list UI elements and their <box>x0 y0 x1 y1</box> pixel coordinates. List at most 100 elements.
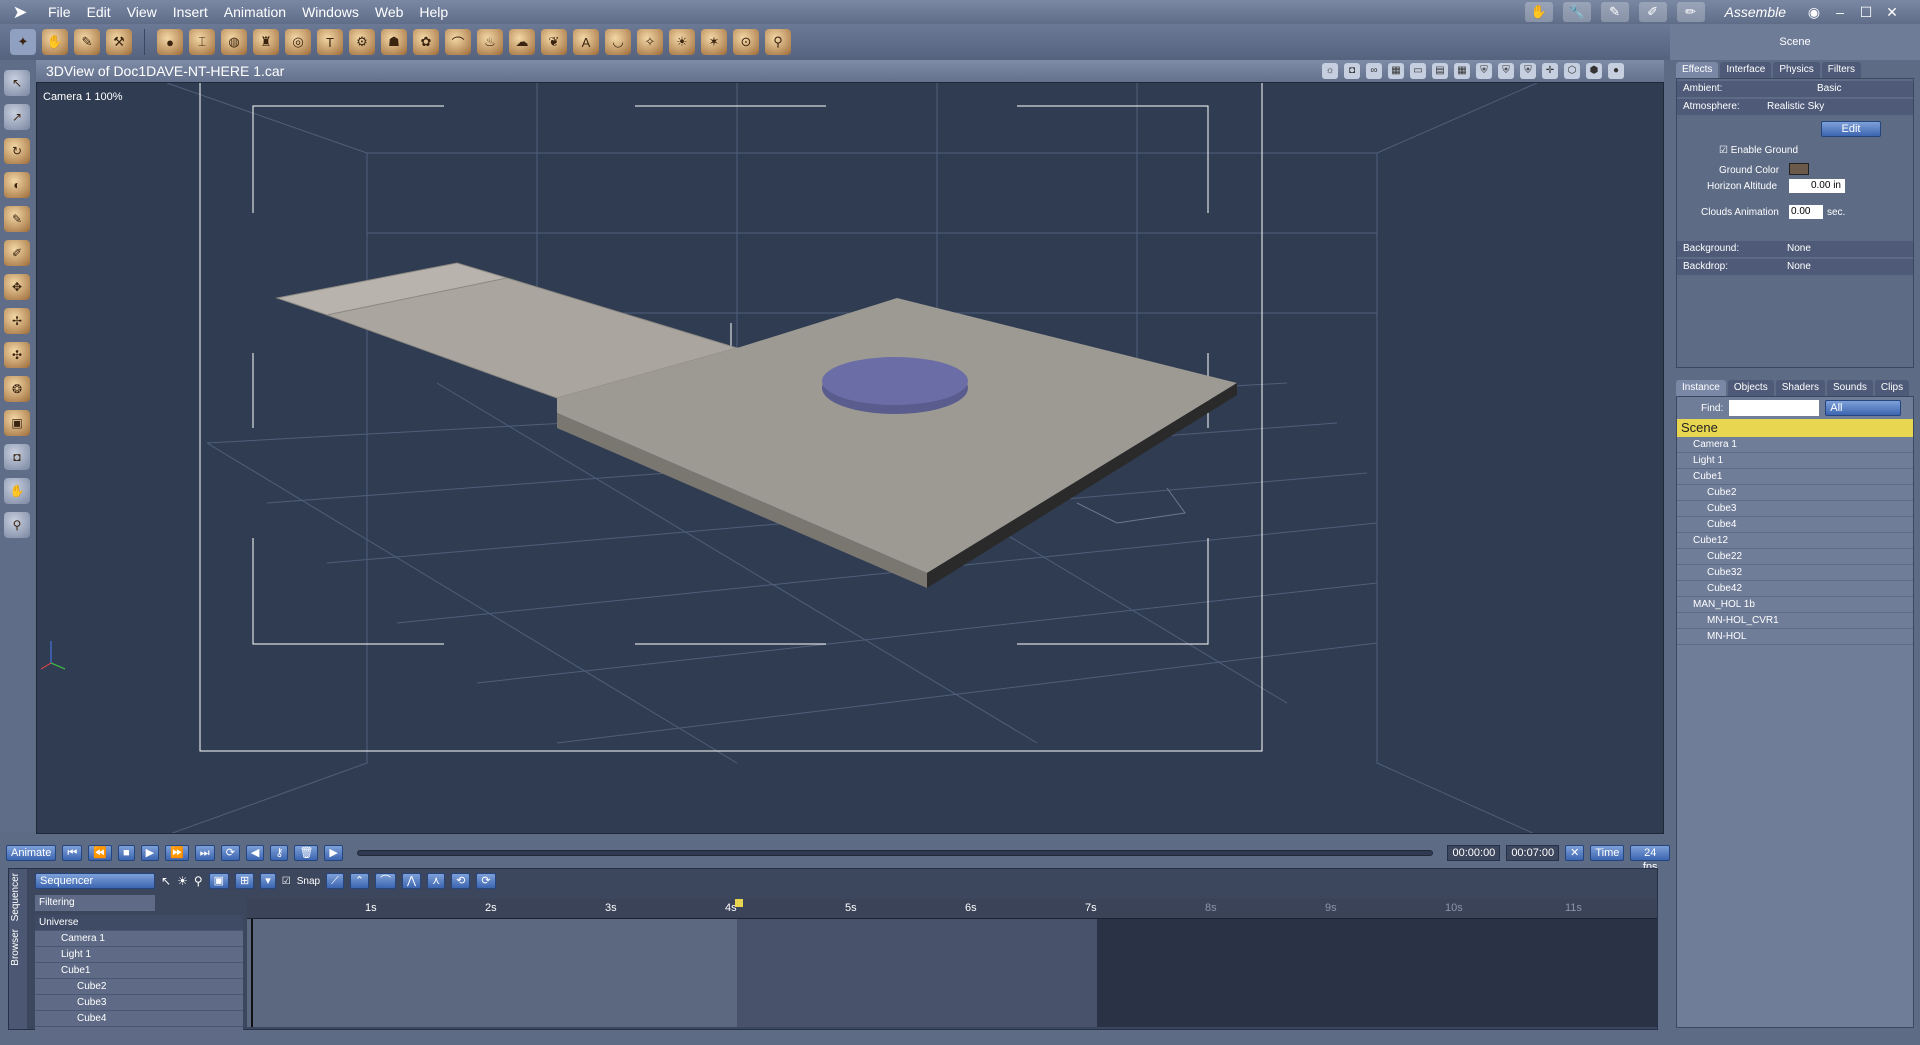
find-input[interactable] <box>1729 400 1820 416</box>
tree-item[interactable]: Cube12 <box>1677 533 1913 549</box>
shovel-icon[interactable]: ⚒ <box>106 29 132 55</box>
minimize-icon[interactable]: – <box>1832 4 1848 20</box>
dropdown-icon[interactable]: ▾ <box>260 873 276 889</box>
enable-ground-checkbox[interactable]: ☑ Enable Ground <box>1719 145 1798 156</box>
tree-item[interactable]: MAN_HOL 1b <box>1677 597 1913 613</box>
preview-range[interactable] <box>737 919 1097 1027</box>
loop-curve-icon[interactable]: ⟲ <box>451 873 471 889</box>
pen-icon[interactable]: ✎ <box>4 206 30 232</box>
tree-cube2[interactable]: Cube2 <box>35 979 243 995</box>
pingpong-icon[interactable]: ⟳ <box>476 873 496 889</box>
ago-icon[interactable]: A <box>573 29 599 55</box>
maximize-icon[interactable]: ☐ <box>1858 4 1874 21</box>
select-icon[interactable]: ↖ <box>4 70 30 96</box>
ambient-value[interactable]: Basic <box>1817 81 1841 97</box>
clouds-input[interactable]: 0.00 <box>1789 205 1823 219</box>
shield3-icon[interactable]: ⛨ <box>1520 63 1536 79</box>
scene-render[interactable] <box>37 83 1664 834</box>
rotate-icon[interactable]: ↗ <box>4 104 30 130</box>
gear-icon[interactable]: ⚙ <box>349 29 375 55</box>
spin-icon[interactable]: ↻ <box>4 138 30 164</box>
zoom-icon[interactable]: ⚲ <box>194 874 203 888</box>
timeline-track[interactable]: 1s 2s 3s 4s 5s 6s 7s 8s 9s 10s 11s <box>247 899 1657 1027</box>
scene-tree-title[interactable]: Scene <box>1677 419 1913 437</box>
tree-item[interactable]: MN-HOL <box>1677 629 1913 645</box>
light-icon[interactable]: ☼ <box>1322 63 1338 79</box>
curve-ease-icon[interactable]: ⌃ <box>349 873 370 889</box>
layout-quad-icon[interactable]: ▦ <box>1454 63 1470 79</box>
tree-item[interactable]: MN-HOL_CVR1 <box>1677 613 1913 629</box>
lamp-icon[interactable]: ☗ <box>381 29 407 55</box>
time-scrubber[interactable] <box>356 850 1434 856</box>
pointer-icon[interactable]: ↖ <box>161 874 171 888</box>
prev-key-icon[interactable]: ◀ <box>245 845 265 861</box>
play-icon[interactable]: ▶ <box>140 845 160 861</box>
tab-browser[interactable]: Browser <box>9 925 22 970</box>
menu-web[interactable]: Web <box>367 0 412 24</box>
atmosphere-value[interactable]: Realistic Sky <box>1767 99 1824 115</box>
tree-item[interactable]: Cube3 <box>1677 501 1913 517</box>
text-icon[interactable]: T <box>317 29 343 55</box>
scale-icon[interactable]: ◐ <box>4 172 30 198</box>
tree-cube1[interactable]: Cube1 <box>35 963 243 979</box>
curve-smooth-icon[interactable]: ⌒ <box>375 873 397 889</box>
plant-icon[interactable]: ✿ <box>413 29 439 55</box>
bulb-icon[interactable]: ✧ <box>637 29 663 55</box>
box-icon[interactable]: ▣ <box>4 410 30 436</box>
sphere-icon[interactable]: ● <box>1608 63 1624 79</box>
camera-icon[interactable]: ◘ <box>4 444 30 470</box>
room-brush-icon[interactable]: ✐ <box>1638 2 1667 22</box>
menu-edit[interactable]: Edit <box>79 0 119 24</box>
backdrop-row[interactable]: Backdrop: None <box>1677 259 1913 275</box>
target-icon[interactable]: ⊙ <box>733 29 759 55</box>
zoom-icon[interactable]: ⚲ <box>4 512 30 538</box>
atmosphere-row[interactable]: Atmosphere: Realistic Sky <box>1677 99 1913 115</box>
compass-icon[interactable]: ✛ <box>1542 63 1558 79</box>
tree-item[interactable]: Cube22 <box>1677 549 1913 565</box>
tree-item[interactable]: Cube42 <box>1677 581 1913 597</box>
menu-view[interactable]: View <box>119 0 165 24</box>
room-hand-icon[interactable]: ✋ <box>1524 2 1553 22</box>
hand-icon[interactable]: ✋ <box>42 29 68 55</box>
fit-icon[interactable]: ▣ <box>208 873 230 889</box>
wand-icon[interactable]: ✦ <box>10 29 36 55</box>
edit-button[interactable]: Edit <box>1821 121 1881 137</box>
tab-effects[interactable]: Effects <box>1676 62 1719 78</box>
column-icon[interactable]: ⌶ <box>189 29 215 55</box>
glasses-icon[interactable]: ∞ <box>1366 63 1382 79</box>
next-key-icon[interactable]: ▶ <box>324 845 343 861</box>
trash-icon[interactable]: 🗑 <box>294 845 319 861</box>
go-end-icon[interactable]: ⏭ <box>194 845 215 861</box>
stop-icon[interactable]: ■ <box>117 845 135 861</box>
current-time-field[interactable]: 00:00:00 <box>1447 845 1501 861</box>
tab-filters[interactable]: Filters <box>1821 62 1861 78</box>
sphere-icon[interactable]: ● <box>157 29 183 55</box>
cloud-icon[interactable]: ☁ <box>509 29 535 55</box>
menu-animation[interactable]: Animation <box>216 0 294 24</box>
brush-icon[interactable]: ✐ <box>4 240 30 266</box>
camera-icon[interactable]: ◘ <box>1344 63 1360 79</box>
bowl-icon[interactable]: ◡ <box>605 29 631 55</box>
render-anim-icon[interactable]: ✕ <box>1565 845 1585 861</box>
tree-universe[interactable]: Universe <box>35 915 243 931</box>
curve-out-icon[interactable]: ⋏ <box>427 873 446 889</box>
tree-light[interactable]: Light 1 <box>35 947 243 963</box>
bridge-icon[interactable]: ⌒ <box>445 29 471 55</box>
room-wrench-icon[interactable]: 🔧 <box>1562 2 1591 22</box>
tab-interface[interactable]: Interface <box>1720 62 1772 78</box>
fps-select[interactable]: 24 fps <box>1630 845 1670 873</box>
tab-sounds[interactable]: Sounds <box>1826 380 1873 396</box>
tree-item[interactable]: Light 1 <box>1677 453 1913 469</box>
3d-viewport[interactable]: Camera 1 100% <box>36 82 1664 834</box>
time-ruler[interactable]: 1s 2s 3s 4s 5s 6s 7s 8s 9s 10s 11s <box>247 899 1657 919</box>
render-icon[interactable]: ▦ <box>1388 63 1404 79</box>
tree-camera[interactable]: Camera 1 <box>35 931 243 947</box>
tab-objects[interactable]: Objects <box>1727 380 1774 396</box>
go-start-icon[interactable]: ⏮ <box>62 845 83 861</box>
sequencer-select[interactable]: Sequencer <box>35 873 155 889</box>
hand-icon[interactable]: ✋ <box>4 478 30 504</box>
background-row[interactable]: Background: None <box>1677 241 1913 257</box>
end-marker[interactable] <box>735 899 743 907</box>
eye-icon[interactable]: ◉ <box>1806 4 1822 21</box>
star-icon[interactable]: ✶ <box>701 29 727 55</box>
